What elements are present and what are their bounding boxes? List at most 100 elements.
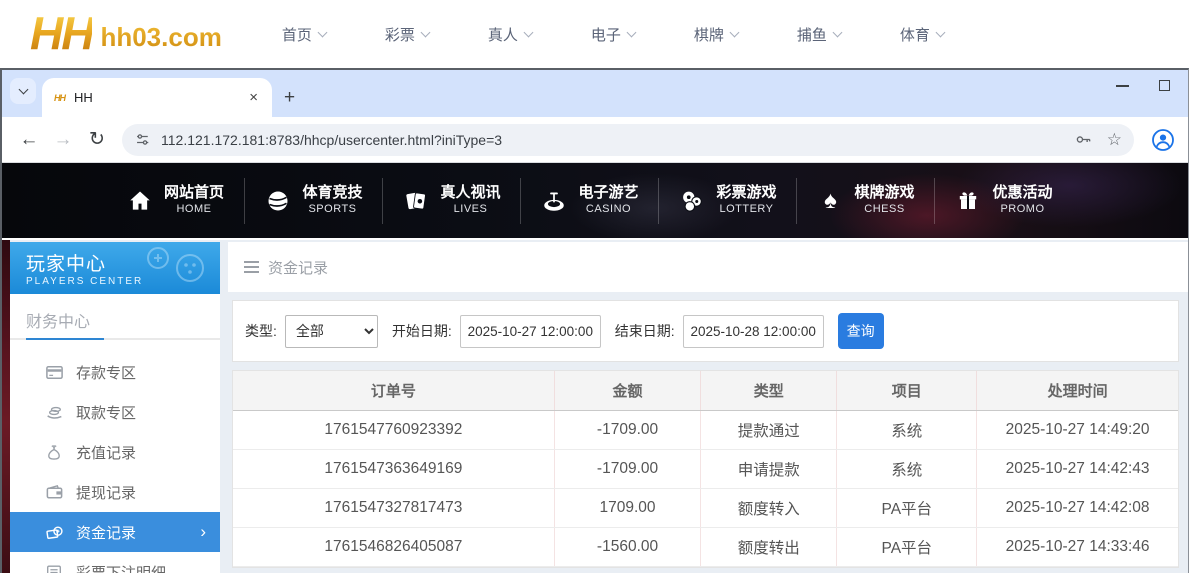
sports-ball-icon [264,187,292,215]
site-nav-sports[interactable]: 体育 [900,24,1003,45]
project: PA平台 [837,488,977,527]
game-nav-casino[interactable]: 电子游艺CASINO [520,178,658,224]
gift-icon [954,187,982,215]
type-label: 类型: [245,321,277,341]
sidebar-item-lottery-bet-details[interactable]: 彩票下注明细 [10,552,220,573]
minimize-button[interactable] [1116,85,1129,87]
site-nav-fishing[interactable]: 捕鱼 [797,24,900,45]
active-item-arrow-icon: › [200,522,206,542]
game-nav-home[interactable]: 网站首页HOME [106,178,244,224]
browser-tab[interactable]: HH HH × [42,78,272,117]
wallet-icon [44,482,64,502]
maximize-button[interactable] [1159,80,1170,91]
new-tab-button[interactable]: + [284,87,295,109]
site-nav-egames[interactable]: 电子 [591,24,694,45]
section-underline [10,338,220,340]
page-title: 资金记录 [268,257,328,278]
game-nav-lottery[interactable]: 彩票游戏LOTTERY [658,178,796,224]
home-icon [126,187,154,215]
col-header-order-no: 订单号 [233,371,554,410]
back-button[interactable]: ← [12,129,46,151]
table-row: 1761546826405087 -1560.00 额度转出 PA平台 2025… [233,527,1178,566]
address-bar[interactable]: 112.121.172.181:8783/hhcp/usercenter.htm… [122,124,1134,156]
site-nav-home[interactable]: 首页 [282,24,385,45]
site-logo[interactable]: HH hh03.com [30,13,222,54]
project: 系统 [837,449,977,488]
sidebar-menu: 存款专区 取款专区 充值记录 提现记录 [10,352,220,573]
end-date-input[interactable] [683,315,824,348]
sidebar-item-deposit-zone[interactable]: 存款专区 [10,352,220,392]
site-nav-lottery[interactable]: 彩票 [385,24,488,45]
sidebar-item-recharge-records[interactable]: 充值记录 [10,432,220,472]
table-row: 1761547363649169 -1709.00 申请提款 系统 2025-1… [233,449,1178,488]
sidebar-item-withdrawal-records[interactable]: 提现记录 [10,472,220,512]
tab-search-button[interactable] [10,78,36,104]
sidebar: 玩家中心 PLAYERS CENTER 财务中心 存款专区 取款专区 [10,242,220,573]
process-time: 2025-10-27 14:42:08 [977,488,1178,527]
amount: -1560.00 [554,527,700,566]
amount: 1709.00 [554,488,700,527]
chevron-down-icon [626,27,636,37]
site-nav: 首页 彩票 真人 电子 棋牌 捕鱼 体育 [282,24,1003,45]
sidebar-item-funds-records[interactable]: 资金记录 › [10,512,220,552]
logo-hh-text: HH [30,13,92,54]
col-header-amount: 金额 [554,371,700,410]
game-nav-chess[interactable]: ♠ 棋牌游戏CHESS [796,178,934,224]
chevron-down-icon [523,27,533,37]
logo-domain-text: hh03.com [100,22,221,53]
search-button[interactable]: 查询 [838,313,884,349]
password-key-icon[interactable] [1074,130,1093,149]
url-text[interactable]: 112.121.172.181:8783/hhcp/usercenter.htm… [161,132,1060,148]
order-no: 1761547363649169 [233,449,554,488]
browser-window: HH HH × + ← → ↻ 112.121.172.181:8783/hhc… [0,68,1189,573]
order-no: 1761547760923392 [233,410,554,449]
col-header-process-time: 处理时间 [977,371,1178,410]
tab-title: HH [74,90,245,105]
site-nav-chess[interactable]: 棋牌 [694,24,797,45]
game-nav: 网站首页HOME 体育竞技SPORTS 真人视讯LIVES 电子游艺CASINO [2,163,1188,238]
site-info-icon[interactable] [134,131,151,148]
process-time: 2025-10-27 14:49:20 [977,410,1178,449]
start-date-label: 开始日期: [392,321,452,341]
screen: HH hh03.com 首页 彩票 真人 电子 棋牌 捕鱼 体育 HH HH ×… [0,0,1189,573]
end-date-label: 结束日期: [615,321,675,341]
bookmark-star-icon[interactable]: ☆ [1107,130,1122,150]
table-row: 1761547327817473 1709.00 额度转入 PA平台 2025-… [233,488,1178,527]
chevron-down-icon [729,27,739,37]
chevron-down-icon [18,85,28,95]
list-document-icon [44,562,64,573]
table-row: 1761547760923392 -1709.00 提款通过 系统 2025-1… [233,410,1178,449]
playing-cards-icon [402,187,430,215]
type: 提款通过 [701,410,837,449]
chevron-down-icon [935,27,945,37]
site-nav-live[interactable]: 真人 [488,24,591,45]
forward-button[interactable]: → [46,129,80,151]
lottery-balls-icon [678,187,706,215]
type: 额度转入 [701,488,837,527]
profile-avatar-icon[interactable] [1148,128,1178,152]
project: 系统 [837,410,977,449]
main-content: 资金记录 类型: 全部 开始日期: 结束日期: 查询 [228,242,1188,573]
gamepad-decoration-icon [140,246,210,290]
type: 额度转出 [701,527,837,566]
amount: -1709.00 [554,449,700,488]
tab-favicon-icon: HH [54,93,65,103]
type-select[interactable]: 全部 [285,315,378,348]
chevron-down-icon [317,27,327,37]
sidebar-header: 玩家中心 PLAYERS CENTER [10,242,220,294]
project: PA平台 [837,527,977,566]
deposit-card-icon [44,362,64,382]
window-controls [1116,80,1170,91]
col-header-project: 项目 [837,371,977,410]
game-nav-promo[interactable]: 优惠活动PROMO [934,178,1072,224]
start-date-input[interactable] [460,315,601,348]
records-table-panel: 订单号 金额 类型 项目 处理时间 1761547760923392 -1709… [232,370,1179,568]
order-no: 1761547327817473 [233,488,554,527]
tab-close-icon[interactable]: × [245,87,262,108]
reload-button[interactable]: ↻ [80,128,114,151]
game-nav-lives[interactable]: 真人视讯LIVES [382,178,520,224]
sidebar-item-withdraw-zone[interactable]: 取款专区 [10,392,220,432]
page-body: 玩家中心 PLAYERS CENTER 财务中心 存款专区 取款专区 [2,240,1188,573]
game-nav-sports[interactable]: 体育竞技SPORTS [244,178,382,224]
hamburger-icon[interactable] [244,261,259,273]
